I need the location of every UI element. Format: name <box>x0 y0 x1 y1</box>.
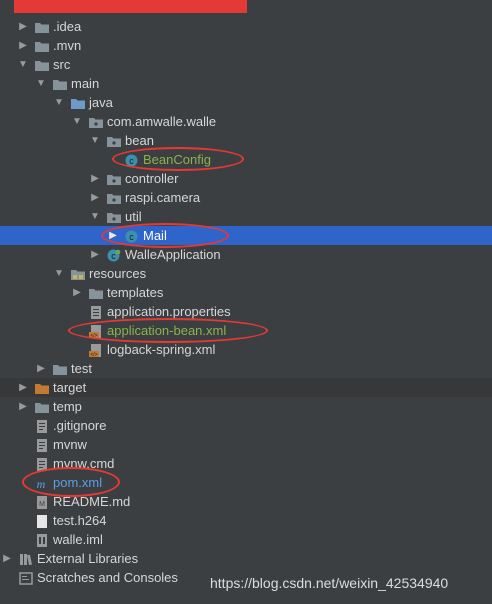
tree-item-label: com.amwalle.walle <box>107 114 217 129</box>
expand-arrow-icon[interactable]: ▼ <box>17 55 29 74</box>
tree-item-label: controller <box>125 171 179 186</box>
expand-arrow-icon[interactable]: ▼ <box>71 112 83 131</box>
tree-item-label: External Libraries <box>37 551 139 566</box>
tree-item-label: raspi.camera <box>125 190 201 205</box>
folder-icon <box>35 20 49 33</box>
tree-item-mvn[interactable]: ▶ .mvn <box>0 36 492 55</box>
annotation-circle-application-bean <box>68 318 268 343</box>
folder-icon <box>53 77 67 90</box>
tree-item-label: .mvn <box>53 38 82 53</box>
tree-item-mail[interactable]: ▶ c Mail <box>0 226 492 245</box>
text-file-icon <box>35 438 49 452</box>
tree-item-label: test.h264 <box>53 513 107 528</box>
folder-icon <box>35 400 49 413</box>
svg-text:c: c <box>111 251 116 261</box>
libraries-icon <box>19 552 33 566</box>
svg-text:</>: </> <box>90 352 97 357</box>
tree-item-label: java <box>89 95 113 110</box>
tree-item-application-properties[interactable]: application.properties <box>0 302 492 321</box>
markdown-file-icon: M <box>35 495 49 509</box>
collapse-arrow-icon[interactable]: ▶ <box>17 36 29 55</box>
text-file-icon <box>35 419 49 433</box>
tree-item-label: mvnw <box>53 437 87 452</box>
tree-item-label: src <box>53 57 71 72</box>
tree-item-label: temp <box>53 399 82 414</box>
tree-item-java[interactable]: ▼ java <box>0 93 492 112</box>
tree-item-test-h264[interactable]: test.h264 <box>0 511 492 530</box>
properties-file-icon <box>89 305 103 319</box>
scratches-icon <box>19 571 33 585</box>
collapse-arrow-icon[interactable]: ▶ <box>71 283 83 302</box>
tree-item-controller[interactable]: ▶ controller <box>0 169 492 188</box>
tree-item-target[interactable]: ▶ target <box>0 378 492 397</box>
package-icon <box>89 115 103 128</box>
tree-item-label: target <box>53 380 87 395</box>
tree-item-label: test <box>71 361 92 376</box>
tree-item-com-amwalle-walle[interactable]: ▼ com.amwalle.walle <box>0 112 492 131</box>
tree-item-main[interactable]: ▼ main <box>0 74 492 93</box>
excluded-folder-icon <box>35 381 49 394</box>
tree-item-temp[interactable]: ▶ temp <box>0 397 492 416</box>
tree-item-beanconfig[interactable]: c BeanConfig <box>0 150 492 169</box>
tree-item-label: templates <box>107 285 164 300</box>
collapse-arrow-icon[interactable]: ▶ <box>89 245 101 264</box>
tree-item-src[interactable]: ▼ src <box>0 55 492 74</box>
package-icon <box>107 134 121 147</box>
tree-item-test[interactable]: ▶ test <box>0 359 492 378</box>
collapse-arrow-icon[interactable]: ▶ <box>17 17 29 36</box>
tree-item-label: resources <box>89 266 147 281</box>
tree-item-mvnw[interactable]: mvnw <box>0 435 492 454</box>
module-file-icon <box>35 533 49 547</box>
tree-item-label: Scratches and Consoles <box>37 570 178 585</box>
generic-file-icon <box>35 514 49 528</box>
collapse-arrow-icon[interactable]: ▶ <box>1 549 13 568</box>
expand-arrow-icon[interactable]: ▼ <box>35 74 47 93</box>
tree-item-label: .idea <box>53 19 82 34</box>
spring-class-icon: c <box>107 248 121 262</box>
annotation-circle-beanconfig <box>112 147 244 171</box>
tree-item-templates[interactable]: ▶ templates <box>0 283 492 302</box>
tree-item-gitignore[interactable]: .gitignore <box>0 416 492 435</box>
folder-icon <box>35 58 49 71</box>
expand-arrow-icon[interactable]: ▼ <box>89 207 101 226</box>
tree-item-label: main <box>71 76 100 91</box>
tree-item-bean[interactable]: ▼ bean <box>0 131 492 150</box>
annotation-circle-pom <box>22 467 120 497</box>
resources-folder-icon <box>71 267 85 280</box>
tree-item-label: .gitignore <box>53 418 107 433</box>
svg-text:M: M <box>39 501 45 508</box>
package-icon <box>107 210 121 223</box>
tree-item-label: walle.iml <box>53 532 103 547</box>
expand-arrow-icon[interactable]: ▼ <box>53 264 65 283</box>
collapse-arrow-icon[interactable]: ▶ <box>89 188 101 207</box>
watermark: https://blog.csdn.net/weixin_42534940 <box>210 575 449 591</box>
collapse-arrow-icon[interactable]: ▶ <box>89 169 101 188</box>
source-folder-icon <box>71 96 85 109</box>
tree-item-logback-spring-xml[interactable]: </> logback-spring.xml <box>0 340 492 359</box>
tree-item-raspi-camera[interactable]: ▶ raspi.camera <box>0 188 492 207</box>
tree-item-idea[interactable]: ▶ .idea <box>0 17 492 36</box>
tree-item-walle-iml[interactable]: walle.iml <box>0 530 492 549</box>
folder-icon <box>35 39 49 52</box>
tree-item-walleapplication[interactable]: ▶ c WalleApplication <box>0 245 492 264</box>
xml-file-icon: </> <box>89 343 103 358</box>
tree-item-external-libraries[interactable]: ▶ External Libraries <box>0 549 492 568</box>
package-icon <box>107 172 121 185</box>
package-icon <box>107 191 121 204</box>
redacted-project-name <box>14 0 247 13</box>
collapse-arrow-icon[interactable]: ▶ <box>35 359 47 378</box>
collapse-arrow-icon[interactable]: ▶ <box>17 397 29 416</box>
expand-arrow-icon[interactable]: ▼ <box>53 93 65 112</box>
collapse-arrow-icon[interactable]: ▶ <box>17 378 29 397</box>
folder-icon <box>89 286 103 299</box>
tree-item-util[interactable]: ▼ util <box>0 207 492 226</box>
expand-arrow-icon[interactable]: ▼ <box>89 131 101 150</box>
tree-item-resources[interactable]: ▼ resources <box>0 264 492 283</box>
annotation-circle-mail <box>101 223 229 248</box>
folder-icon <box>53 362 67 375</box>
